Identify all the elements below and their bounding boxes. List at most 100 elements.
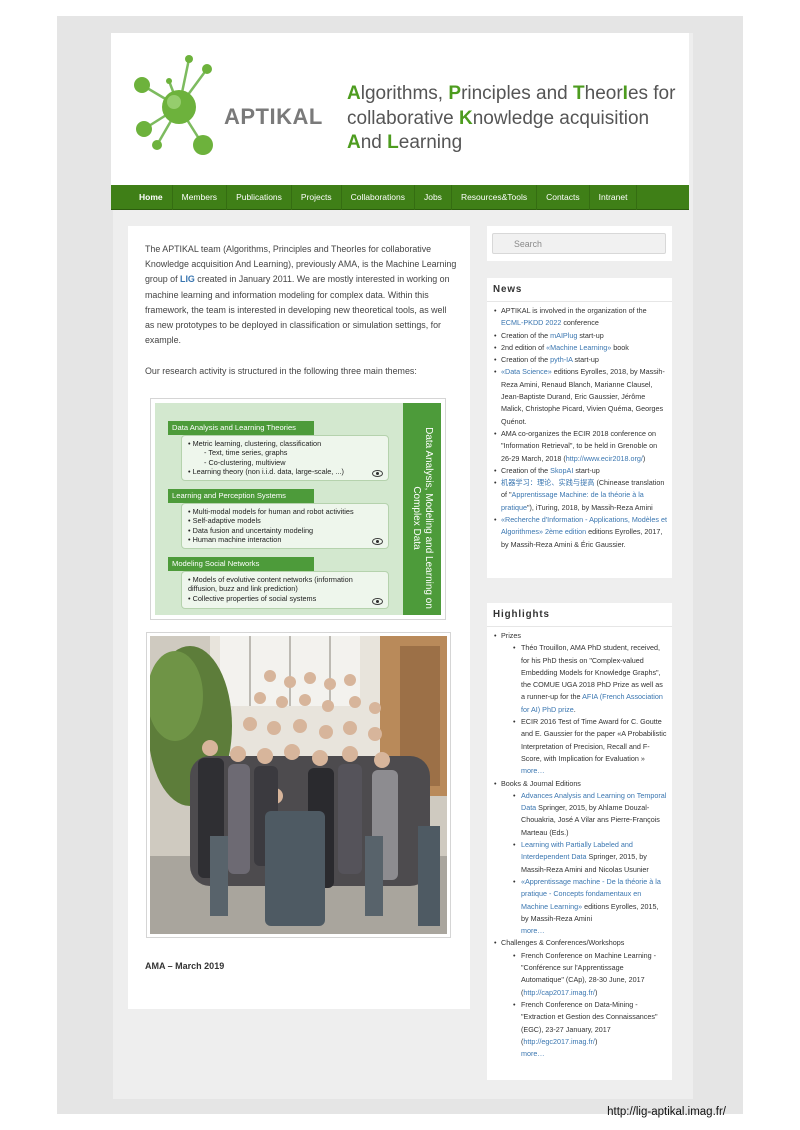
aptikal-molecule-logo-icon[interactable] xyxy=(127,49,223,161)
tagline-segment: P xyxy=(448,83,462,104)
theme-item: • Metric learning, clustering, classific… xyxy=(188,439,322,448)
more-link[interactable]: more… xyxy=(521,765,668,777)
highlights-list: Prizes Théo Trouillon, AMA PhD student, r… xyxy=(487,627,672,1060)
text-link[interactable]: ECML-PKDD 2022 xyxy=(501,318,561,327)
highlight-item: Advances Analysis and Learning on Tempor… xyxy=(513,790,668,839)
theme-title: Modeling Social Networks xyxy=(168,557,314,571)
theme-item: • Human machine interaction xyxy=(188,535,282,545)
theme-box: • Multi-modal models for human and robot… xyxy=(181,503,389,549)
text-span: book xyxy=(611,342,629,352)
theme-item: • Data fusion and uncertainty modeling xyxy=(188,525,314,535)
themes-diagram: Data Analysis and Learning Theories • Me… xyxy=(155,403,441,615)
text-span: "), iTuring, 2018, by Massih-Reza Amini xyxy=(526,502,653,512)
text-link[interactable]: 机器学习：理论、实践与提高 xyxy=(501,478,594,487)
logo-wordmark[interactable]: APTIKAL xyxy=(224,104,323,130)
highlight-group: Prizes Théo Trouillon, AMA PhD student, r… xyxy=(494,630,668,778)
highlight-sublist: Advances Analysis and Learning on Tempor… xyxy=(501,790,668,938)
highlight-group-label: Books & Journal Editions xyxy=(501,778,581,788)
intro-paragraph: The APTIKAL team (Algorithms, Principles… xyxy=(145,242,457,348)
footer-url: http://lig-aptikal.imag.fr/ xyxy=(607,1106,726,1118)
site-header: APTIKAL Algorithms, Principles and Theor… xyxy=(111,33,689,185)
nav-item-projects[interactable]: Projects xyxy=(292,185,342,210)
nav-item-collaborations[interactable]: Collaborations xyxy=(342,185,415,210)
theme-title: Data Analysis and Learning Theories xyxy=(168,421,314,435)
more-link[interactable]: more… xyxy=(521,1048,668,1060)
highlight-item: «Apprentissage machine - De la théorie à… xyxy=(513,876,668,937)
nav-item-contacts[interactable]: Contacts xyxy=(537,185,590,210)
tagline-segment: collaborative xyxy=(347,107,459,129)
nav-item-resources-tools[interactable]: Resources&Tools xyxy=(452,185,538,210)
text-link[interactable]: http://egc2017.imag.fr/ xyxy=(523,1037,595,1046)
tagline-segment: nowledge acquisition xyxy=(472,107,650,129)
themes-side-bar: Data Analysis, Modeling and Learning on … xyxy=(403,403,441,615)
tagline-line: collaborative Knowledge acquisition xyxy=(347,107,675,132)
highlight-item: Théo Trouillon, AMA PhD student, receive… xyxy=(513,642,668,716)
text-span: APTIKAL is involved in the organization … xyxy=(501,306,647,315)
news-item: «Data Science» editions Eyrolles, 2018, … xyxy=(494,366,668,427)
tagline-segment: A xyxy=(347,132,361,153)
text-span: ) xyxy=(642,453,646,463)
intro-text-after: created in January 2011. We are mostly i… xyxy=(145,274,450,346)
highlight-item: French Conference on Machine Learning - … xyxy=(513,950,668,999)
news-item: APTIKAL is involved in the organization … xyxy=(494,305,668,330)
lig-link[interactable]: LIG xyxy=(180,274,195,284)
highlight-group-label: Challenges & Conferences/Workshops xyxy=(501,938,625,948)
tagline-segment: T xyxy=(573,83,585,104)
tagline-segment: rinciples and xyxy=(461,83,574,104)
highlight-sublist: Théo Trouillon, AMA PhD student, receive… xyxy=(501,642,668,777)
text-link[interactable]: «Machine Learning» xyxy=(546,343,611,352)
theme-item: • Models of evolutive content networks (… xyxy=(188,575,353,594)
nav-item-jobs[interactable]: Jobs xyxy=(415,185,452,210)
eye-icon xyxy=(372,598,383,605)
text-span: ) xyxy=(594,1036,598,1046)
research-themes-figure[interactable]: Data Analysis and Learning Theories • Me… xyxy=(150,398,446,620)
tagline-segment: es for xyxy=(627,83,676,104)
theme-subitem: - Co-clustering, multiview xyxy=(204,457,286,467)
tagline-line: Algorithms, Principles and TheorIes for xyxy=(347,82,675,107)
highlight-group: Challenges & Conferences/Workshops French… xyxy=(494,937,668,1060)
main-navigation: Home Members Publications Projects Collabora… xyxy=(111,185,689,210)
text-span: ECIR 2016 Test of Time Award for C. Gout… xyxy=(521,717,667,763)
text-span: Creation of the xyxy=(501,330,551,340)
news-item: Creation of the SkopAI start-up xyxy=(494,465,668,478)
text-link[interactable]: SkopAI xyxy=(550,466,573,475)
highlight-item: Learning with Partially Labeled and Inte… xyxy=(513,839,668,876)
text-link[interactable]: http://cap2017.imag.fr/ xyxy=(523,988,595,997)
theme-title: Learning and Perception Systems xyxy=(168,489,314,503)
nav-item-intranet[interactable]: Intranet xyxy=(590,185,638,210)
nav-item-publications[interactable]: Publications xyxy=(227,185,292,210)
text-span: start-up xyxy=(573,465,600,475)
highlight-group-label: Prizes xyxy=(501,631,521,640)
highlight-item: ECIR 2016 Test of Time Award for C. Gout… xyxy=(513,716,668,777)
highlights-widget: Highlights Prizes Théo Trouillon, AMA PhD… xyxy=(487,603,672,1080)
search-input[interactable] xyxy=(492,233,666,254)
theme-item: • Self-adaptive models xyxy=(188,516,261,526)
text-span: Creation of the xyxy=(501,355,551,365)
text-span: start-up xyxy=(577,330,604,340)
eye-icon xyxy=(372,470,383,477)
nav-item-members[interactable]: Members xyxy=(173,185,228,210)
text-link[interactable]: http://www.ecir2018.org/ xyxy=(566,454,643,463)
text-span: conference xyxy=(561,318,599,328)
highlight-item: French Conference on Data-Mining - "Extr… xyxy=(513,999,668,1060)
text-link[interactable]: mAIPlug xyxy=(550,331,577,340)
themes-side-title: Data Analysis, Modeling and Learning on … xyxy=(411,427,434,609)
more-link[interactable]: more… xyxy=(521,925,668,937)
themes-intro-text: Our research activity is structured in t… xyxy=(145,366,417,376)
search-widget xyxy=(487,226,672,261)
highlight-group: Books & Journal Editions Advances Analysi… xyxy=(494,778,668,938)
main-content: The APTIKAL team (Algorithms, Principles… xyxy=(128,226,470,1009)
news-item: 2nd edition of «Machine Learning» book xyxy=(494,342,668,355)
tagline-segment: A xyxy=(347,83,361,104)
tagline-segment: heor xyxy=(584,83,623,104)
nav-item-home[interactable]: Home xyxy=(130,185,173,210)
theme-item: • Learning theory (non i.i.d. data, larg… xyxy=(188,467,344,477)
text-link[interactable]: «Data Science» xyxy=(501,367,552,376)
team-photo-image xyxy=(147,636,447,934)
theme-box: • Models of evolutive content networks (… xyxy=(181,571,389,609)
news-item: Creation of the mAIPlug start-up xyxy=(494,330,668,343)
text-link[interactable]: pyth-IA xyxy=(550,355,572,364)
tagline-segment: earning xyxy=(398,132,463,153)
team-photo[interactable] xyxy=(146,632,451,938)
tagline-line: And Learning xyxy=(347,131,675,156)
